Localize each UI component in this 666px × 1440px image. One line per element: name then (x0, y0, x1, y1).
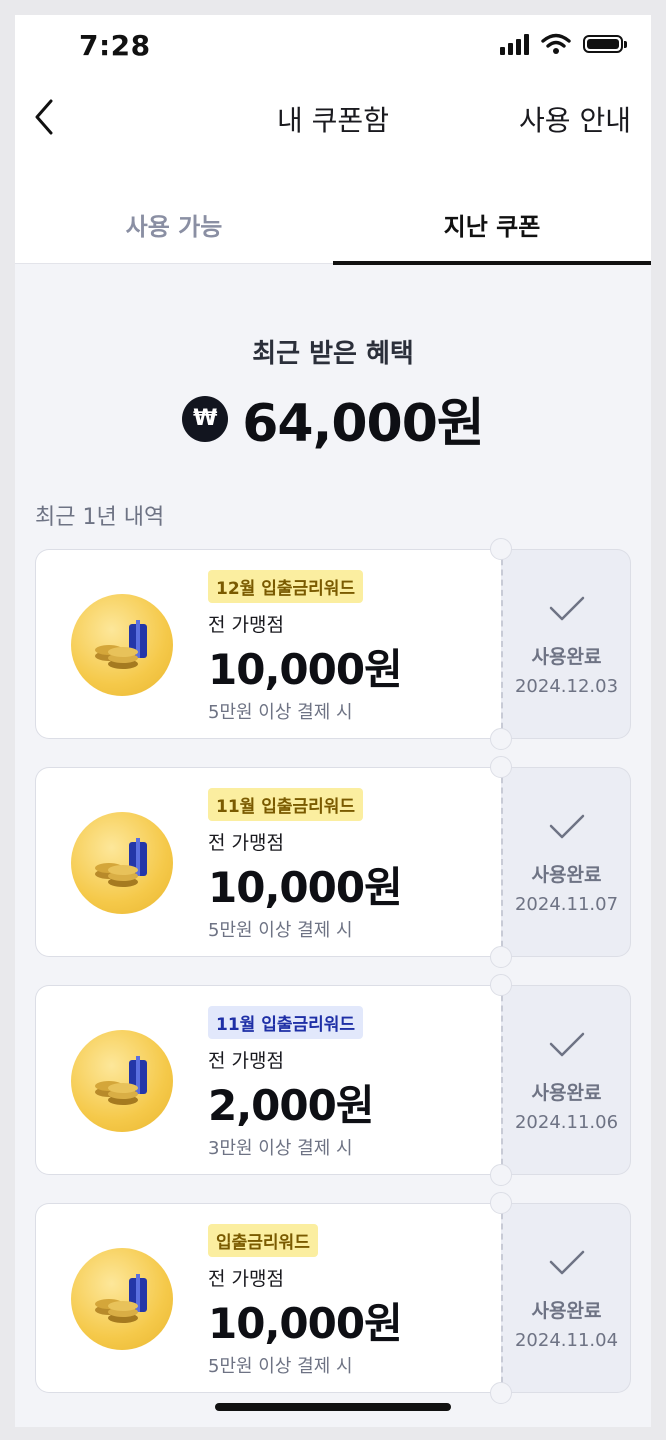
coin-gift-icon (71, 1030, 173, 1132)
coupon-condition: 3만원 이상 결제 시 (208, 1138, 353, 1159)
ticket-notch (490, 756, 512, 778)
coupon-condition: 5만원 이상 결제 시 (208, 1356, 353, 1377)
coupon-card[interactable]: 11월 입출금리워드 전 가맹점 2,000원 3만원 이상 결제 시 사용완료… (35, 974, 631, 1186)
coupon-badge: 입출금리워드 (208, 1224, 318, 1257)
check-icon (549, 1032, 585, 1057)
coupon-status: 사용완료 (531, 864, 602, 886)
coupon-stub: 사용완료 2024.11.04 (501, 1203, 631, 1393)
coupon-condition: 5만원 이상 결제 시 (208, 702, 353, 723)
usage-guide-link[interactable]: 사용 안내 (519, 99, 631, 139)
coin-gift-icon (71, 812, 173, 914)
ticket-notch (490, 946, 512, 968)
coupon-amount: 10,000원 (208, 645, 403, 694)
coupon-status: 사용완료 (531, 1082, 602, 1104)
coupon-date: 2024.12.03 (514, 676, 619, 697)
recent-benefit-label: 최근 받은 혜택 (252, 339, 414, 369)
coupon-amount: 10,000원 (208, 1299, 403, 1348)
ticket-notch (490, 1382, 512, 1404)
coupon-card[interactable]: 12월 입출금리워드 전 가맹점 10,000원 5만원 이상 결제 시 사용완… (35, 538, 631, 750)
coupon-store: 전 가맹점 (208, 614, 284, 636)
history-label: 최근 1년 내역 (35, 505, 165, 530)
coupon-amount: 2,000원 (208, 1081, 374, 1130)
coupon-store: 전 가맹점 (208, 1050, 284, 1072)
check-icon (549, 1250, 585, 1275)
coupon-stub: 사용완료 2024.11.06 (501, 985, 631, 1175)
coupon-date: 2024.11.07 (514, 894, 619, 915)
tab-bar: 사용 가능 지난 쿠폰 (15, 207, 651, 265)
tab-past-coupons[interactable]: 지난 쿠폰 (333, 207, 651, 263)
coupon-stub: 사용완료 2024.11.07 (501, 767, 631, 957)
signal-icon (500, 33, 529, 55)
ticket-notch (490, 1164, 512, 1186)
coupon-badge: 12월 입출금리워드 (208, 570, 364, 603)
ticket-notch (490, 1192, 512, 1214)
recent-benefit-row: ₩ 64,000원 (15, 381, 651, 456)
status-time: 7:28 (79, 29, 151, 62)
coupon-body: 11월 입출금리워드 전 가맹점 10,000원 5만원 이상 결제 시 (35, 767, 501, 957)
coupon-amount: 10,000원 (208, 863, 403, 912)
coupon-body: 11월 입출금리워드 전 가맹점 2,000원 3만원 이상 결제 시 (35, 985, 501, 1175)
won-icon: ₩ (182, 395, 229, 442)
coin-gift-icon (71, 594, 173, 696)
phone-screen: 7:28 내 쿠폰함 사용 안내 사용 가능 지난 쿠폰 최근 받은 혜택 ₩ … (15, 15, 651, 1427)
coupon-status: 사용완료 (531, 1300, 602, 1322)
coupon-card[interactable]: 11월 입출금리워드 전 가맹점 10,000원 5만원 이상 결제 시 사용완… (35, 756, 631, 968)
coupon-store: 전 가맹점 (208, 1268, 284, 1290)
coupon-store: 전 가맹점 (208, 832, 284, 854)
status-icons (500, 33, 627, 55)
ticket-notch (490, 728, 512, 750)
coupon-body: 12월 입출금리워드 전 가맹점 10,000원 5만원 이상 결제 시 (35, 549, 501, 739)
tab-indicator (333, 261, 651, 265)
check-icon (549, 596, 585, 621)
coupon-date: 2024.11.06 (514, 1112, 619, 1133)
coupon-status: 사용완료 (531, 646, 602, 668)
ticket-notch (490, 538, 512, 560)
coupon-stub: 사용완료 2024.12.03 (501, 549, 631, 739)
check-icon (549, 814, 585, 839)
coupon-card[interactable]: 입출금리워드 전 가맹점 10,000원 5만원 이상 결제 시 사용완료 20… (35, 1192, 631, 1404)
recent-benefit-amount: 64,000원 (242, 394, 485, 454)
coupon-condition: 5만원 이상 결제 시 (208, 920, 353, 941)
coupon-badge: 11월 입출금리워드 (208, 788, 364, 821)
coin-gift-icon (71, 1248, 173, 1350)
coupon-badge: 11월 입출금리워드 (208, 1006, 364, 1039)
battery-icon (583, 35, 627, 53)
coupon-body: 입출금리워드 전 가맹점 10,000원 5만원 이상 결제 시 (35, 1203, 501, 1393)
home-indicator (215, 1403, 451, 1411)
ticket-notch (490, 974, 512, 996)
tab-available[interactable]: 사용 가능 (15, 207, 333, 263)
wifi-icon (541, 33, 571, 54)
coupon-date: 2024.11.04 (514, 1330, 619, 1351)
